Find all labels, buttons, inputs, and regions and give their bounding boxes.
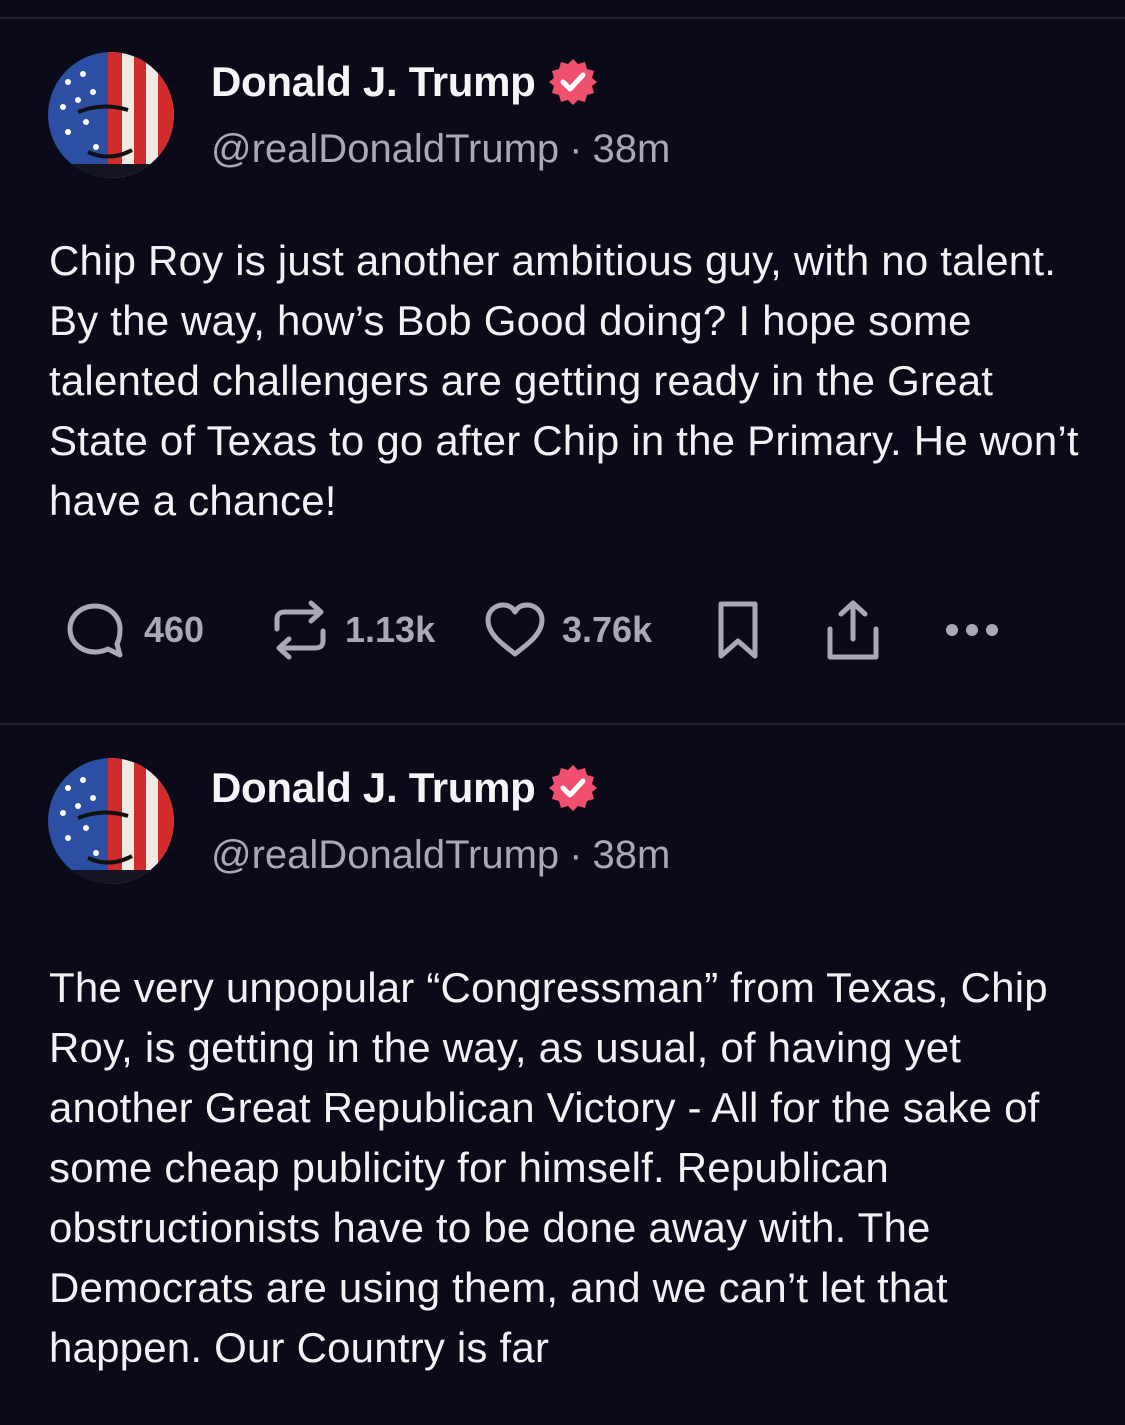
more-icon (946, 624, 998, 636)
verified-badge-icon (548, 765, 597, 811)
reply-count: 460 (144, 609, 205, 650)
share-button[interactable] (826, 595, 880, 665)
verified-badge-icon (548, 59, 597, 105)
like-button[interactable]: 3.76k (484, 595, 652, 665)
avatar[interactable] (48, 52, 174, 178)
author-row: Donald J. Trump (211, 57, 598, 107)
share-icon (827, 600, 879, 660)
author-handle[interactable]: @realDonaldTrump (211, 833, 559, 877)
action-bar: 460 1.13k 3.76k (66, 595, 1066, 665)
bookmark-icon (718, 601, 758, 659)
post-time[interactable]: 38m (592, 833, 670, 877)
avatar[interactable] (48, 758, 174, 884)
author-row: Donald J. Trump (211, 763, 598, 813)
retruth-count: 1.13k (345, 609, 436, 650)
separator: · (569, 833, 583, 877)
author-handle[interactable]: @realDonaldTrump (211, 127, 559, 171)
heart-icon (485, 602, 545, 657)
retruth-icon (274, 600, 326, 660)
post-time[interactable]: 38m (592, 127, 670, 171)
like-count: 3.76k (562, 609, 653, 650)
handle-row: @realDonaldTrump · 38m (211, 833, 670, 878)
post-text: The very unpopular “Congressman” from Te… (49, 964, 1048, 1371)
handle-row: @realDonaldTrump · 38m (211, 127, 670, 172)
reply-button[interactable]: 460 (66, 595, 204, 665)
retruth-button[interactable]: 1.13k (271, 595, 435, 665)
separator: · (569, 127, 583, 171)
post-text: Chip Roy is just another ambitious guy, … (49, 237, 1079, 524)
more-button[interactable] (944, 595, 1000, 665)
reply-icon (67, 603, 123, 658)
post-1[interactable]: Donald J. Trump @realDonaldTrump · 38m Chi… (0, 19, 1125, 723)
bookmark-button[interactable] (716, 595, 760, 665)
post-2[interactable]: Donald J. Trump @realDonaldTrump · 38m The… (0, 725, 1125, 1425)
author-name[interactable]: Donald J. Trump (211, 764, 536, 812)
author-name[interactable]: Donald J. Trump (211, 58, 536, 106)
